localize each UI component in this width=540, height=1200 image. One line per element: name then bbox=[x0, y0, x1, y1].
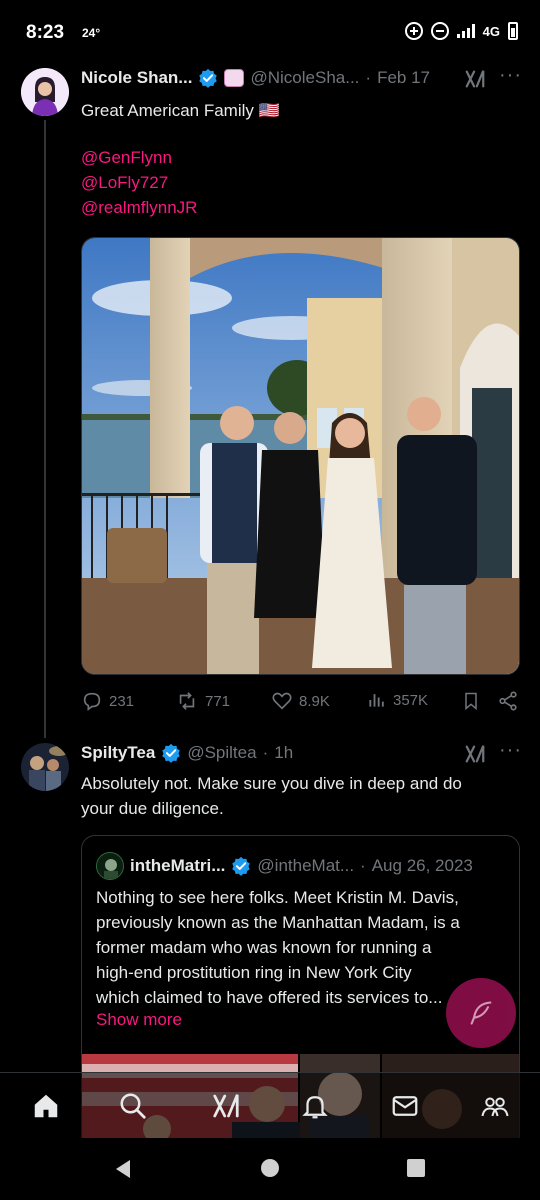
avatar[interactable] bbox=[96, 852, 124, 880]
recents-icon[interactable] bbox=[406, 1158, 426, 1178]
separator-dot: · bbox=[365, 68, 372, 87]
views-count: 357K bbox=[393, 691, 429, 709]
thread-line bbox=[44, 120, 46, 738]
communities-icon[interactable] bbox=[480, 1091, 510, 1121]
signal-icon bbox=[456, 24, 475, 38]
system-navigation-bar bbox=[0, 1138, 540, 1200]
tweet-actions: 231 771 8.9K 357K bbox=[81, 690, 521, 716]
do-not-disturb-icon bbox=[430, 22, 449, 40]
affiliate-badge-icon bbox=[224, 69, 245, 87]
messages-icon[interactable] bbox=[390, 1091, 420, 1121]
bookmark-button[interactable] bbox=[461, 690, 481, 712]
reply-time[interactable]: 1h bbox=[274, 743, 293, 763]
verified-badge-icon bbox=[199, 68, 218, 88]
quote-text-line: which claimed to have offered its servic… bbox=[96, 988, 443, 1007]
avatar[interactable] bbox=[21, 68, 69, 116]
more-options-icon[interactable]: ··· bbox=[499, 64, 522, 87]
quote-header: intheMatri... @intheMat... · Aug 26, 202… bbox=[96, 852, 473, 880]
back-icon[interactable] bbox=[112, 1158, 134, 1180]
like-button[interactable]: 8.9K bbox=[271, 690, 330, 712]
data-saver-icon bbox=[404, 22, 423, 40]
heart-icon bbox=[272, 692, 292, 710]
author-name[interactable]: SpiltyTea bbox=[81, 743, 155, 763]
reply-text-line: Absolutely not. Make sure you dive in de… bbox=[81, 774, 462, 793]
views-button[interactable]: 357K bbox=[367, 690, 428, 710]
reply-header: SpiltyTea @Spiltea · 1h bbox=[81, 743, 293, 763]
feather-icon bbox=[470, 1001, 492, 1025]
quote-text-line: former madam who was known for running a bbox=[96, 938, 432, 957]
tweet-photo[interactable] bbox=[81, 237, 520, 675]
repost-icon bbox=[179, 692, 195, 710]
author-handle[interactable]: @NicoleSha... bbox=[250, 68, 359, 88]
author-name[interactable]: intheMatri... bbox=[130, 856, 225, 876]
verified-badge-icon bbox=[162, 743, 181, 763]
mention-link[interactable]: @realmflynnJR bbox=[81, 198, 197, 218]
bottom-navigation bbox=[0, 1072, 540, 1138]
repost-button[interactable]: 771 bbox=[175, 690, 230, 712]
reply-button[interactable]: 231 bbox=[81, 690, 134, 712]
home-icon[interactable] bbox=[31, 1091, 61, 1121]
reply-icon bbox=[83, 692, 101, 711]
quote-text-line: previously known as the Manhattan Madam,… bbox=[96, 913, 460, 932]
author-handle[interactable]: @intheMat... bbox=[257, 856, 354, 876]
tweet-text: Great American Family 🇺🇸 bbox=[81, 101, 280, 120]
grok-icon[interactable] bbox=[464, 743, 486, 765]
quote-text-line: Nothing to see here folks. Meet Kristin … bbox=[96, 888, 459, 907]
reply-text-line: your due diligence. bbox=[81, 799, 224, 818]
quote-text: Nothing to see here folks. Meet Kristin … bbox=[96, 885, 506, 1010]
compose-button[interactable] bbox=[446, 978, 516, 1048]
more-options-icon[interactable]: ··· bbox=[499, 739, 522, 762]
notifications-icon[interactable] bbox=[300, 1091, 330, 1121]
views-icon bbox=[369, 694, 384, 707]
author-name[interactable]: Nicole Shan... bbox=[81, 68, 192, 88]
home-circle-icon[interactable] bbox=[260, 1158, 280, 1178]
tweet-date[interactable]: Feb 17 bbox=[377, 68, 430, 88]
bookmark-icon bbox=[465, 692, 477, 711]
repost-count: 771 bbox=[205, 692, 231, 710]
verified-badge-icon bbox=[232, 856, 251, 876]
network-type: 4G bbox=[482, 23, 500, 39]
share-icon bbox=[499, 691, 517, 711]
status-temperature: 24° bbox=[82, 26, 101, 40]
status-time: 8:23 bbox=[26, 22, 65, 43]
tweet-header: Nicole Shan... @NicoleSha... · Feb 17 bbox=[81, 68, 430, 88]
battery-icon bbox=[508, 22, 518, 40]
status-bar: 8:23 24° 4G bbox=[0, 0, 540, 64]
show-more-link[interactable]: Show more bbox=[96, 1010, 182, 1030]
quote-text-line: high-end prostitution ring in New York C… bbox=[96, 963, 412, 982]
share-button[interactable] bbox=[497, 690, 519, 712]
separator-dot: · bbox=[360, 856, 366, 875]
author-handle[interactable]: @Spiltea bbox=[187, 743, 256, 763]
reply-count: 231 bbox=[109, 692, 135, 710]
separator-dot: · bbox=[262, 743, 269, 762]
mention-link[interactable]: @GenFlynn bbox=[81, 148, 172, 168]
status-icons: 4G bbox=[404, 22, 518, 40]
grok-icon[interactable] bbox=[464, 68, 486, 90]
avatar[interactable] bbox=[21, 743, 69, 791]
search-icon[interactable] bbox=[118, 1091, 148, 1121]
mention-link[interactable]: @LoFly727 bbox=[81, 173, 168, 193]
grok-icon[interactable] bbox=[211, 1091, 241, 1121]
like-count: 8.9K bbox=[299, 692, 330, 710]
quote-date[interactable]: Aug 26, 2023 bbox=[372, 856, 473, 876]
